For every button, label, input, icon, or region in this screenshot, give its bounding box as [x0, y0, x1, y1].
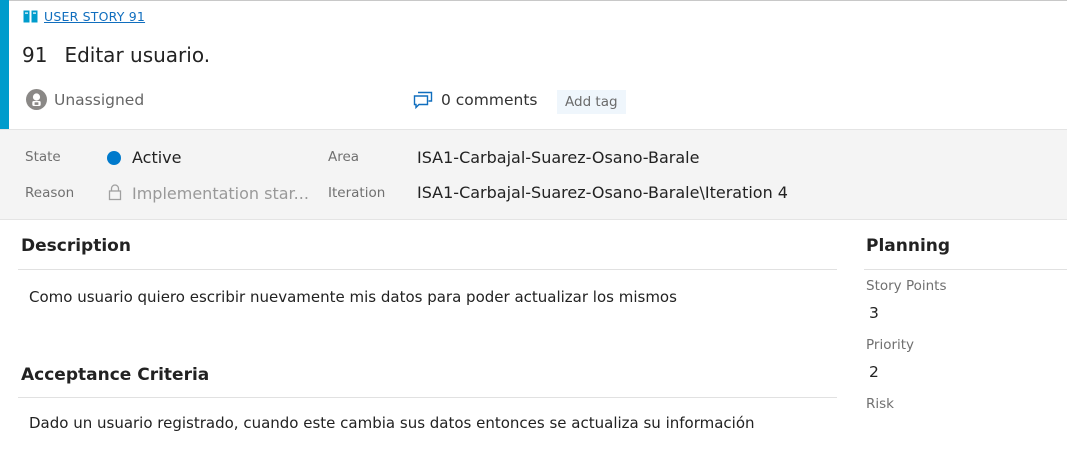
- work-item-header: USER STORY 91 91 Editar usuario. Unassig…: [0, 0, 1067, 129]
- avatar: [26, 89, 47, 110]
- work-item-id: 91: [22, 43, 48, 67]
- user-story-icon: [23, 10, 38, 23]
- reason-label: Reason: [25, 185, 75, 201]
- planning-divider: [864, 269, 1067, 270]
- work-item-title[interactable]: Editar usuario.: [64, 43, 210, 67]
- lock-icon: [108, 184, 122, 201]
- risk-label: Risk: [866, 396, 894, 412]
- priority-label: Priority: [866, 337, 915, 353]
- area-field[interactable]: ISA1-Carbajal-Suarez-Osano-Barale: [417, 148, 699, 167]
- comments-count: 0 comments: [441, 91, 538, 109]
- planning-heading: Planning: [866, 236, 951, 256]
- reason-value: Implementation star...: [132, 184, 309, 203]
- add-tag-button[interactable]: Add tag: [557, 90, 626, 114]
- iteration-field[interactable]: ISA1-Carbajal-Suarez-Osano-Barale\Iterat…: [417, 183, 788, 202]
- fields-panel: State Active Reason Implementation star.…: [0, 129, 1067, 220]
- comments-icon: [413, 91, 433, 109]
- description-field[interactable]: Como usuario quiero escribir nuevamente …: [29, 288, 677, 306]
- state-dot: [107, 151, 121, 165]
- person-icon: [32, 93, 41, 106]
- state-dropdown[interactable]: Active: [132, 148, 182, 167]
- comments-link[interactable]: 0 comments: [413, 91, 538, 109]
- story-points-label: Story Points: [866, 278, 947, 294]
- acceptance-heading: Acceptance Criteria: [21, 365, 210, 385]
- priority-field[interactable]: 2: [869, 363, 879, 381]
- state-label: State: [25, 149, 61, 165]
- iteration-label: Iteration: [328, 185, 386, 201]
- title-row: 91 Editar usuario.: [22, 43, 210, 67]
- description-divider: [18, 269, 837, 270]
- acceptance-divider: [18, 397, 837, 398]
- description-heading: Description: [21, 236, 131, 256]
- top-divider: [0, 0, 1067, 1]
- work-item-type-accent: [0, 0, 9, 129]
- area-label: Area: [328, 149, 360, 165]
- story-points-field[interactable]: 3: [869, 304, 879, 322]
- assignee-label: Unassigned: [54, 90, 145, 109]
- work-item-type-link[interactable]: USER STORY 91: [23, 9, 145, 24]
- acceptance-field[interactable]: Dado un usuario registrado, cuando este …: [29, 414, 755, 432]
- work-item-type-label[interactable]: USER STORY 91: [44, 9, 145, 24]
- assignee-picker[interactable]: Unassigned: [26, 89, 144, 110]
